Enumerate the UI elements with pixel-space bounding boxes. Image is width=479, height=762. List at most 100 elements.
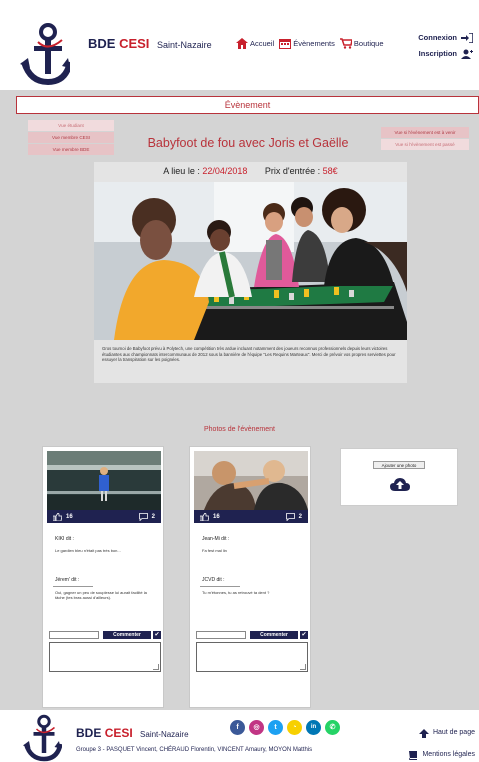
signup-link[interactable]: Inscription bbox=[418, 46, 473, 62]
anchor-logo-icon[interactable] bbox=[20, 714, 62, 762]
section-title: Évènement bbox=[16, 96, 479, 114]
comment-text: Le gardien bleu n'était pas très bon... bbox=[55, 548, 121, 553]
comment-input[interactable] bbox=[49, 631, 99, 639]
add-photo-button[interactable]: Ajouter une photo bbox=[373, 461, 425, 469]
price-label: Prix d'entrée : bbox=[264, 166, 321, 176]
social-links: f ◎ t ◔ in ✆ bbox=[230, 720, 340, 735]
linkedin-icon[interactable]: in bbox=[306, 720, 321, 735]
check-icon[interactable]: ✔ bbox=[300, 631, 308, 639]
add-photo-panel: Ajouter une photo bbox=[340, 448, 458, 506]
calendar-icon bbox=[279, 39, 292, 49]
comment-author: KIKI dit : bbox=[55, 536, 74, 542]
comment-divider bbox=[53, 586, 93, 587]
nav-evenements[interactable]: Évènements bbox=[279, 38, 335, 49]
site-header: BDE CESI Saint-Nazaire Accueil Évènement… bbox=[0, 0, 479, 90]
main-content: Évènement Vue étudiant Vue membre CESI V… bbox=[0, 90, 479, 710]
filter-past[interactable]: Vue si l'évènement est passé bbox=[381, 139, 469, 150]
legal-label: Mentions légales bbox=[422, 751, 475, 758]
comment-count: 2 bbox=[298, 513, 302, 520]
sign-in-icon bbox=[461, 33, 473, 43]
filter-upcoming[interactable]: Vue si l'évènement est à venir bbox=[381, 127, 469, 138]
nav-label: Accueil bbox=[250, 39, 275, 48]
nav-boutique[interactable]: Boutique bbox=[339, 38, 384, 49]
brand-city: Saint-Nazaire bbox=[140, 730, 189, 739]
photo-stats: 16 2 bbox=[47, 510, 161, 523]
footer-links: Haut de page Mentions légales bbox=[408, 722, 475, 762]
photo-thumbnail[interactable] bbox=[194, 451, 308, 510]
brand-name: CESI bbox=[104, 726, 133, 740]
auth-links: Connexion Inscription bbox=[418, 30, 473, 62]
view-filters-right: Vue si l'évènement est à venir Vue si l'… bbox=[381, 127, 469, 151]
comment-text: Fa fest mal lin bbox=[202, 548, 227, 553]
comment-count: 2 bbox=[151, 513, 155, 520]
thumbs-up-icon bbox=[200, 512, 209, 521]
like-count: 16 bbox=[66, 513, 73, 520]
like-button[interactable]: 16 bbox=[53, 512, 73, 521]
brand-prefix: BDE bbox=[76, 726, 102, 740]
legal-link[interactable]: Mentions légales bbox=[408, 744, 475, 762]
nav-accueil[interactable]: Accueil bbox=[236, 38, 274, 49]
event-photo bbox=[94, 182, 407, 340]
footer-brand: BDE CESI Saint-Nazaire bbox=[76, 726, 189, 740]
like-count: 16 bbox=[213, 513, 220, 520]
photo-card: 16 2 KIKI dit : Le gardien bleu n'était … bbox=[42, 446, 164, 708]
event-meta: A lieu le : 22/04/2018 Prix d'entrée : 5… bbox=[94, 166, 407, 176]
event-title: Babyfoot de fou avec Joris et Gaëlle bbox=[147, 136, 349, 150]
back-to-top-link[interactable]: Haut de page bbox=[408, 722, 475, 744]
comment-textarea[interactable] bbox=[196, 642, 308, 672]
back-to-top-label: Haut de page bbox=[432, 729, 475, 736]
brand-title[interactable]: BDE CESI Saint-Nazaire bbox=[88, 36, 212, 51]
facebook-icon[interactable]: f bbox=[230, 720, 245, 735]
user-plus-icon bbox=[461, 49, 473, 59]
cloud-upload-icon[interactable] bbox=[390, 477, 410, 491]
comment-text: Oui, gagner un peu de souplesse lui aura… bbox=[55, 590, 147, 600]
login-label: Connexion bbox=[418, 33, 457, 42]
filter-student[interactable]: Vue étudiant bbox=[28, 120, 114, 131]
photo-card: 16 2 Jean-Mi dit : Fa fest mal lin JCVD … bbox=[189, 446, 311, 708]
event-date: 22/04/2018 bbox=[202, 166, 248, 176]
arrow-up-icon bbox=[418, 728, 429, 738]
comment-divider bbox=[200, 586, 240, 587]
nav-label: Évènements bbox=[293, 39, 335, 48]
cart-icon bbox=[339, 38, 352, 49]
whatsapp-icon[interactable]: ✆ bbox=[325, 720, 340, 735]
twitter-icon[interactable]: t bbox=[268, 720, 283, 735]
photo-stats: 16 2 bbox=[194, 510, 308, 523]
anchor-logo-icon[interactable] bbox=[18, 22, 70, 86]
comment-author: Jean-Mi dit : bbox=[202, 536, 230, 542]
nav-label: Boutique bbox=[353, 39, 384, 48]
brand-prefix: BDE bbox=[88, 36, 116, 51]
comment-icon bbox=[138, 512, 148, 521]
comments-toggle[interactable]: 2 bbox=[285, 512, 302, 521]
home-icon bbox=[236, 38, 248, 49]
resize-handle[interactable] bbox=[300, 664, 306, 670]
view-filters-left: Vue étudiant Vue membre CESI Vue membre … bbox=[28, 120, 114, 156]
like-button[interactable]: 16 bbox=[200, 512, 220, 521]
login-link[interactable]: Connexion bbox=[418, 30, 473, 46]
comments-toggle[interactable]: 2 bbox=[138, 512, 155, 521]
thumbs-up-icon bbox=[53, 512, 62, 521]
brand-name: CESI bbox=[119, 36, 150, 51]
event-description: Gros tournoi de Babyfoot prévu à Polytec… bbox=[102, 346, 396, 363]
filter-cesi-member[interactable]: Vue membre CESI bbox=[28, 132, 114, 143]
comment-author: Jérem' dit : bbox=[55, 577, 80, 583]
resize-handle[interactable] bbox=[153, 664, 159, 670]
main-nav: Accueil Évènements Boutique bbox=[236, 38, 384, 49]
comment-button[interactable]: Commenter bbox=[103, 631, 151, 639]
footer-credits: Groupe 3 - PASQUET Vincent, CHÉRAUD Flor… bbox=[76, 747, 313, 753]
comment-input[interactable] bbox=[196, 631, 246, 639]
event-price: 58€ bbox=[322, 166, 338, 176]
book-icon bbox=[409, 750, 418, 760]
signup-label: Inscription bbox=[418, 49, 457, 58]
comment-button[interactable]: Commenter bbox=[250, 631, 298, 639]
date-label: A lieu le : bbox=[163, 166, 200, 176]
instagram-icon[interactable]: ◎ bbox=[249, 720, 264, 735]
photos-section-title: Photos de l'évènement bbox=[204, 426, 275, 433]
comment-textarea[interactable] bbox=[49, 642, 161, 672]
filter-bde-member[interactable]: Vue membre BDE bbox=[28, 144, 114, 155]
snapchat-icon[interactable]: ◔ bbox=[287, 720, 302, 735]
photo-thumbnail[interactable] bbox=[47, 451, 161, 510]
event-card: A lieu le : 22/04/2018 Prix d'entrée : 5… bbox=[94, 162, 407, 383]
comment-text: Tu m'étonnes, tu as retrouvé ta dent ? bbox=[202, 590, 270, 595]
check-icon[interactable]: ✔ bbox=[153, 631, 161, 639]
